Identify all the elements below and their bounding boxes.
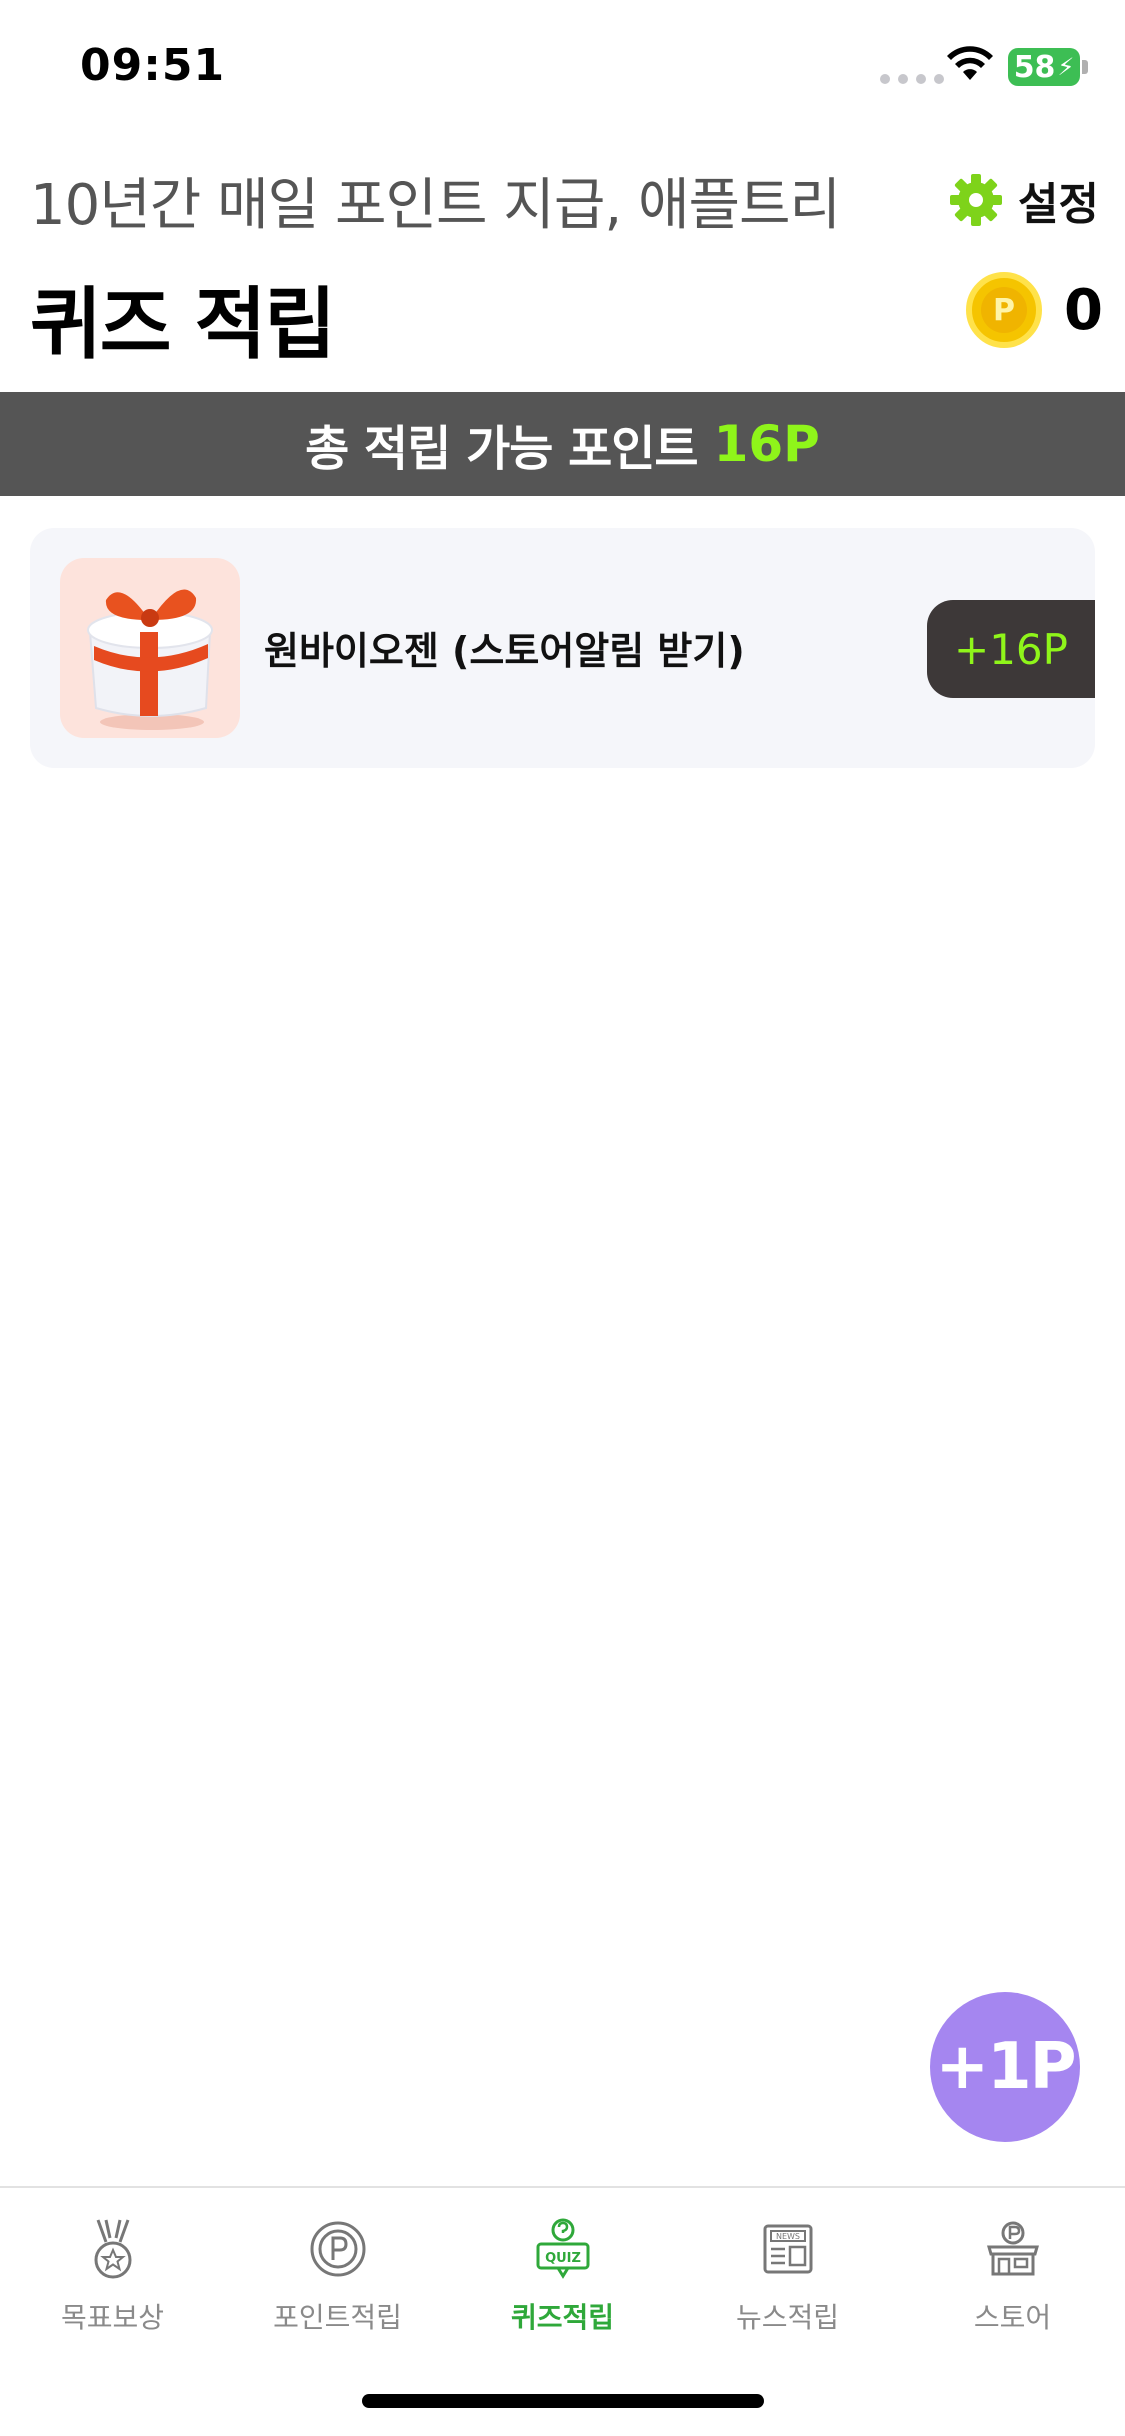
tab-goal-rewards[interactable]: 목표보상: [0, 2218, 225, 2336]
settings-button[interactable]: 설정: [948, 168, 1099, 232]
tab-store[interactable]: 스토어: [900, 2218, 1125, 2336]
battery-level: 58: [1013, 49, 1056, 85]
svg-text:QUIZ: QUIZ: [545, 2251, 581, 2266]
point-coin-icon: [310, 2221, 365, 2277]
quiz-icon: QUIZ: [536, 2218, 589, 2279]
reward-button[interactable]: +16P: [927, 600, 1095, 698]
tab-label: 목표보상: [60, 2301, 165, 2334]
item-title: 원바이오젠 (스토어알림 받기): [264, 629, 745, 673]
gift-thumbnail: [60, 558, 240, 738]
settings-label: 설정: [1018, 179, 1099, 230]
tab-news-earn[interactable]: NEWS 뉴스적립: [675, 2218, 900, 2336]
svg-text:NEWS: NEWS: [775, 2232, 799, 2241]
tab-quiz-earn[interactable]: QUIZ 퀴즈적립: [450, 2218, 675, 2336]
page-title: 퀴즈 적립: [30, 280, 336, 370]
battery-indicator: 58 ⚡: [1008, 48, 1080, 86]
status-time: 09:51: [80, 40, 226, 91]
medal-icon: [94, 2219, 131, 2279]
status-bar: 09:51 58 ⚡: [0, 0, 1125, 140]
coin-symbol: P: [981, 287, 1027, 333]
home-indicator[interactable]: [362, 2394, 764, 2408]
banner-label: 총 적립 가능 포인트: [305, 421, 698, 477]
tab-point-earn[interactable]: 포인트적립: [225, 2218, 450, 2336]
news-icon: NEWS: [763, 2224, 812, 2274]
wifi-icon: [947, 46, 993, 80]
balance-value: 0: [1064, 277, 1103, 343]
store-icon: [986, 2221, 1039, 2276]
battery-cap: [1082, 60, 1088, 74]
total-points-banner: 총 적립 가능 포인트 16P: [0, 392, 1125, 496]
tab-label: 스토어: [973, 2301, 1052, 2334]
tab-label: 뉴스적립: [735, 2301, 840, 2334]
header-subtitle: 10년간 매일 포인트 지급, 애플트리: [30, 173, 841, 238]
bonus-point-button[interactable]: +1P: [930, 1992, 1080, 2142]
banner-value: 16P: [713, 415, 820, 473]
coin-icon: P: [966, 272, 1042, 348]
tab-label: 포인트적립: [273, 2301, 402, 2334]
signal-icon: [880, 74, 944, 84]
quiz-item-card[interactable]: 원바이오젠 (스토어알림 받기) +16P: [30, 528, 1095, 768]
tab-label: 퀴즈적립: [510, 2301, 615, 2334]
gear-icon: [950, 174, 1002, 226]
gift-icon: [87, 589, 213, 730]
point-balance: P 0: [966, 272, 1103, 348]
